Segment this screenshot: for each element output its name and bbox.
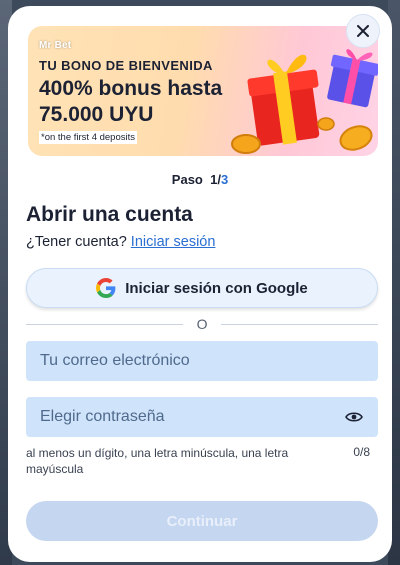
- close-icon: [357, 25, 369, 37]
- email-field[interactable]: [40, 352, 364, 370]
- login-link[interactable]: Iniciar sesión: [131, 234, 216, 250]
- step-label: Paso: [171, 172, 203, 187]
- email-field-container: [26, 341, 378, 381]
- welcome-bonus-banner: Mr Bet TU BONO DE BIENVENIDA 400% bonus …: [28, 26, 378, 156]
- bonus-kicker: TU BONO DE BIENVENIDA: [39, 58, 213, 73]
- step-indicator: Paso 1/3: [8, 172, 392, 187]
- brand-logo: Mr Bet: [39, 40, 72, 51]
- bonus-title: 400% bonus hasta 75.000 UYU: [39, 77, 223, 126]
- gift-icon: [327, 49, 378, 108]
- divider-line: [221, 323, 379, 325]
- divider-line: [26, 323, 183, 325]
- password-field-container: [26, 397, 378, 437]
- coin-icon: [317, 117, 335, 131]
- divider-text: O: [196, 316, 208, 332]
- gift-icon: [247, 54, 320, 146]
- close-button[interactable]: [346, 14, 380, 48]
- coin-icon: [339, 125, 373, 151]
- password-counter: 0/8: [353, 445, 370, 459]
- page-title: Abrir una cuenta: [26, 203, 193, 226]
- login-prompt-text: ¿Tener cuenta?: [26, 234, 127, 250]
- continue-button[interactable]: Continuar: [26, 501, 378, 541]
- google-login-label: Iniciar sesión con Google: [125, 279, 308, 297]
- password-hint: al menos un dígito, una letra minúscula,…: [26, 446, 289, 476]
- password-field[interactable]: [40, 408, 344, 426]
- google-icon: [96, 278, 116, 298]
- or-divider: O: [26, 316, 379, 332]
- step-total: 3: [220, 172, 229, 187]
- eye-icon: [345, 412, 363, 422]
- signup-modal: Mr Bet TU BONO DE BIENVENIDA 400% bonus …: [8, 6, 392, 562]
- coin-icon: [231, 134, 261, 154]
- bonus-note: *on the first 4 deposits: [39, 131, 137, 144]
- google-login-button[interactable]: Iniciar sesión con Google: [26, 268, 378, 308]
- login-prompt: ¿Tener cuenta? Iniciar sesión: [26, 234, 215, 250]
- show-password-toggle[interactable]: [344, 407, 364, 427]
